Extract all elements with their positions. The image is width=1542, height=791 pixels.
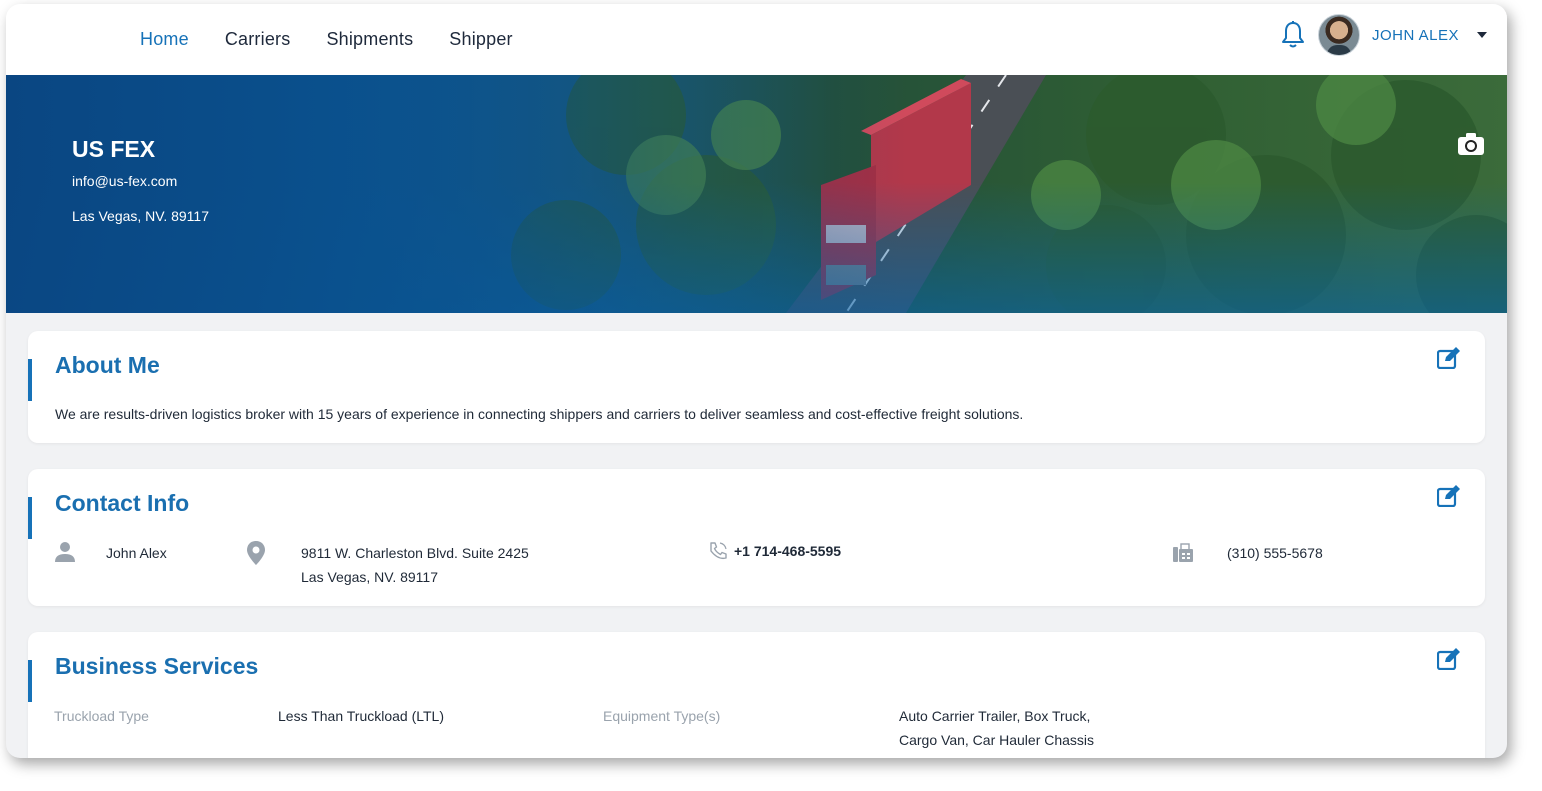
phone-icon bbox=[710, 542, 727, 560]
truckload-label: Truckload Type bbox=[54, 708, 149, 724]
avatar[interactable] bbox=[1317, 14, 1360, 56]
business-card: Business Services Truckload Type Less Th… bbox=[28, 632, 1485, 758]
nav-shipper[interactable]: Shipper bbox=[449, 29, 512, 50]
about-card: About Me We are results-driven logistics… bbox=[28, 331, 1485, 443]
equipment-value-line1: Auto Carrier Trailer, Box Truck, bbox=[899, 708, 1091, 724]
edit-icon[interactable] bbox=[1437, 485, 1461, 507]
fax-icon bbox=[1173, 543, 1193, 562]
contact-address-line2: Las Vegas, NV. 89117 bbox=[301, 569, 438, 585]
truckload-value: Less Than Truckload (LTL) bbox=[278, 708, 445, 724]
card-accent bbox=[28, 497, 32, 539]
business-title: Business Services bbox=[55, 653, 259, 679]
card-accent bbox=[28, 359, 32, 401]
contact-fax: (310) 555-5678 bbox=[1227, 545, 1323, 561]
user-area: JOHN ALEX bbox=[1280, 14, 1487, 56]
about-title: About Me bbox=[55, 352, 160, 378]
card-accent bbox=[28, 660, 32, 702]
nav-carriers[interactable]: Carriers bbox=[225, 29, 291, 50]
location-pin-icon bbox=[247, 541, 265, 565]
company-location: Las Vegas, NV. 89117 bbox=[72, 208, 209, 224]
equipment-value-line2: Cargo Van, Car Hauler Chassis bbox=[899, 732, 1095, 748]
company-email: info@us-fex.com bbox=[72, 173, 178, 189]
about-text: We are results-driven logistics broker w… bbox=[55, 406, 1024, 422]
contact-phone[interactable]: +1 714-468-5595 bbox=[734, 539, 841, 563]
nav-shipments[interactable]: Shipments bbox=[326, 29, 413, 50]
contact-name: John Alex bbox=[106, 545, 167, 561]
edit-icon[interactable] bbox=[1437, 347, 1461, 369]
contact-title: Contact Info bbox=[55, 490, 190, 516]
company-name: US FEX bbox=[72, 136, 156, 162]
user-icon bbox=[55, 542, 75, 562]
bell-icon[interactable] bbox=[1280, 20, 1306, 50]
camera-icon[interactable] bbox=[1457, 132, 1485, 156]
app-window: Home Carriers Shipments Shipper JOHN ALE… bbox=[6, 4, 1507, 758]
user-name[interactable]: JOHN ALEX bbox=[1372, 27, 1459, 44]
equipment-label: Equipment Type(s) bbox=[603, 708, 721, 724]
chevron-down-icon[interactable] bbox=[1477, 32, 1487, 38]
top-navigation: Home Carriers Shipments Shipper JOHN ALE… bbox=[6, 4, 1507, 75]
contact-card: Contact Info John Alex 9811 W. Charlesto… bbox=[28, 469, 1485, 606]
hero-banner: US FEX info@us-fex.com Las Vegas, NV. 89… bbox=[6, 75, 1507, 313]
nav-links: Home Carriers Shipments Shipper bbox=[140, 29, 549, 50]
contact-address-line1: 9811 W. Charleston Blvd. Suite 2425 bbox=[301, 545, 529, 561]
edit-icon[interactable] bbox=[1437, 648, 1461, 670]
nav-home[interactable]: Home bbox=[140, 29, 189, 50]
